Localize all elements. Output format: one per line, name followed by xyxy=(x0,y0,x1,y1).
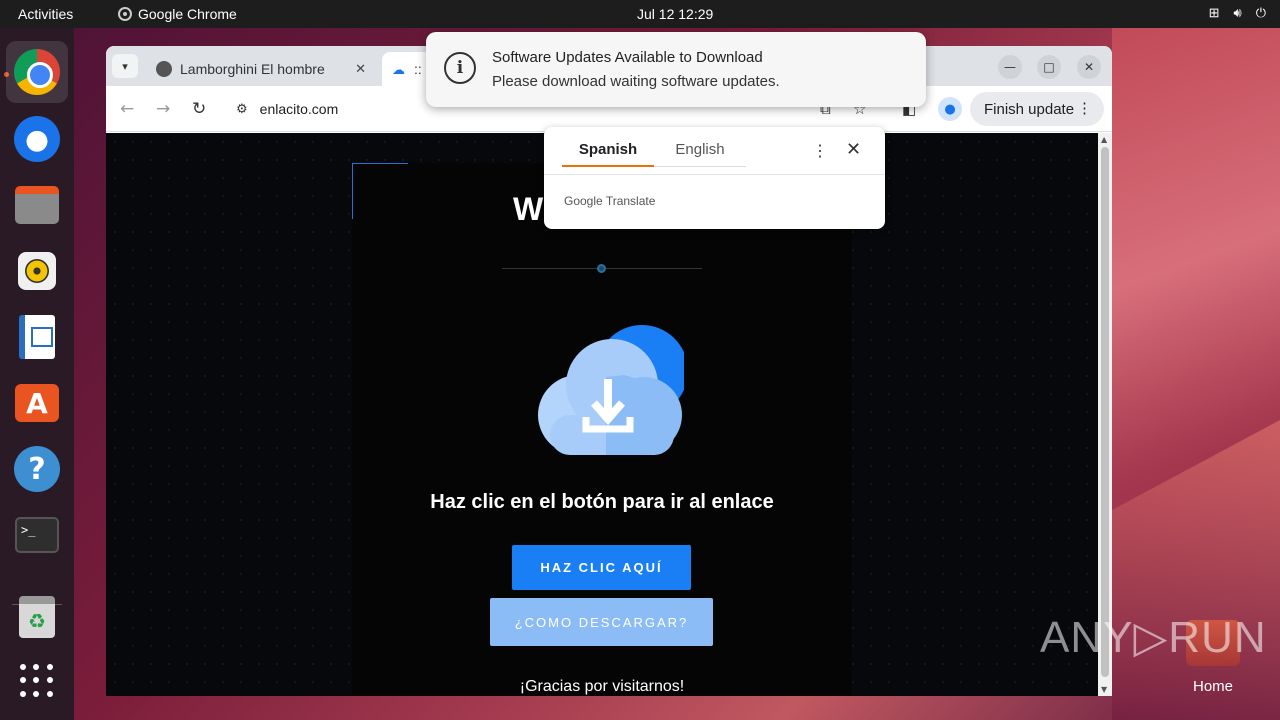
globe-icon xyxy=(156,61,172,77)
notification-body: Please download waiting software updates… xyxy=(492,73,780,90)
url-text: enlacito.com xyxy=(259,101,339,117)
forward-icon[interactable]: → xyxy=(156,99,170,119)
chrome-icon xyxy=(14,49,60,95)
kebab-menu-icon[interactable]: ⋮ xyxy=(812,141,828,161)
headline: Haz clic en el botón para ir al enlace xyxy=(430,491,774,513)
kebab-menu-icon[interactable]: ⋮ xyxy=(1077,99,1092,117)
chevron-down-icon: ▾ xyxy=(122,59,128,73)
haz-clic-aqui-button[interactable]: HAZ CLIC AQUÍ xyxy=(512,545,691,590)
close-window-button[interactable]: ✕ xyxy=(1077,55,1101,79)
reload-icon[interactable]: ↻ xyxy=(192,99,206,119)
back-icon[interactable]: ← xyxy=(120,99,134,119)
dock: A ? >_ ♻ xyxy=(0,28,74,720)
dock-thunderbird[interactable] xyxy=(6,108,68,170)
scrollbar-thumb[interactable] xyxy=(1101,147,1109,677)
dock-help[interactable]: ? xyxy=(6,438,68,500)
app-name: Google Chrome xyxy=(138,6,237,22)
maximize-button[interactable]: □ xyxy=(1037,55,1061,79)
rhythmbox-icon xyxy=(18,252,56,290)
finish-update-label: Finish update xyxy=(984,100,1075,118)
page-title: W xyxy=(513,191,544,227)
app-center-icon: A xyxy=(15,384,59,422)
anyrun-watermark: ANY▷RUN xyxy=(1040,613,1267,662)
profile-avatar[interactable]: ● xyxy=(938,97,962,121)
tab-title: :: xyxy=(414,61,422,77)
dock-terminal[interactable]: >_ xyxy=(6,504,68,566)
system-tray[interactable]: ⊞ 🔊︎ ⏻ xyxy=(1209,5,1266,21)
cloud-download-icon: ☁ xyxy=(392,62,405,77)
minimize-icon: — xyxy=(1004,60,1016,74)
finish-update-button[interactable]: Finish update ⋮ xyxy=(970,92,1104,126)
dock-rhythmbox[interactable] xyxy=(6,240,68,302)
home-label[interactable]: Home xyxy=(1193,678,1233,695)
dock-trash[interactable]: ♻ xyxy=(6,586,68,648)
cloud-download-icon xyxy=(538,325,684,455)
dock-writer[interactable] xyxy=(6,306,68,368)
update-notification[interactable]: i Software Updates Available to Download… xyxy=(426,32,926,107)
info-icon: i xyxy=(444,52,476,84)
translate-tab-spanish[interactable]: Spanish xyxy=(562,141,654,167)
translate-popup: Spanish English ⋮ ✕ Google Translate xyxy=(544,127,885,229)
minimize-button[interactable]: — xyxy=(998,55,1022,79)
dock-app-center[interactable]: A xyxy=(6,372,68,434)
network-icon: ⊞ xyxy=(1208,5,1220,20)
thunderbird-icon xyxy=(14,116,60,162)
notification-title: Software Updates Available to Download xyxy=(492,49,763,66)
tab-search-button[interactable]: ▾ xyxy=(112,54,138,78)
card-corner-accent xyxy=(352,163,408,219)
maximize-icon: □ xyxy=(1043,60,1055,74)
trash-icon: ♻ xyxy=(19,596,55,638)
tab-enlacito[interactable]: ☁ :: xyxy=(382,52,432,86)
activities-button[interactable]: Activities xyxy=(18,6,73,22)
close-icon[interactable]: ✕ xyxy=(355,61,366,77)
chrome-small-icon xyxy=(118,7,132,21)
divider xyxy=(544,174,885,175)
app-menu[interactable]: Google Chrome xyxy=(118,6,237,22)
dock-files[interactable] xyxy=(6,174,68,236)
tab-lamborghini[interactable]: Lamborghini El hombre ✕ xyxy=(146,52,376,86)
dock-chrome[interactable] xyxy=(6,41,68,103)
clock[interactable]: Jul 12 12:29 xyxy=(637,6,713,22)
translate-tab-english[interactable]: English xyxy=(654,141,746,167)
top-bar: Activities Google Chrome Jul 12 12:29 ⊞ … xyxy=(0,0,1280,28)
close-icon: ✕ xyxy=(1083,60,1095,74)
libreoffice-writer-icon xyxy=(19,315,55,359)
google-translate-logo: Google Translate xyxy=(564,194,656,208)
tab-title: Lamborghini El hombre xyxy=(180,61,325,77)
site-info-icon[interactable]: ⚙ xyxy=(236,102,248,117)
scroll-up-icon[interactable]: ▲ xyxy=(1101,135,1107,144)
help-icon: ? xyxy=(14,446,60,492)
volume-icon: 🔊︎ xyxy=(1233,5,1242,20)
thanks-text: ¡Gracias por visitarnos! xyxy=(519,678,685,695)
como-descargar-button[interactable]: ¿COMO DESCARGAR? xyxy=(490,598,713,646)
scroll-down-icon[interactable]: ▼ xyxy=(1101,685,1107,694)
divider-dot xyxy=(597,264,606,273)
close-icon[interactable]: ✕ xyxy=(846,139,861,160)
person-icon: ● xyxy=(944,101,956,117)
dock-show-apps[interactable] xyxy=(6,650,68,712)
power-icon: ⏻ xyxy=(1255,5,1266,20)
terminal-icon: >_ xyxy=(15,517,59,553)
show-apps-icon xyxy=(20,664,54,698)
files-icon xyxy=(15,186,59,224)
